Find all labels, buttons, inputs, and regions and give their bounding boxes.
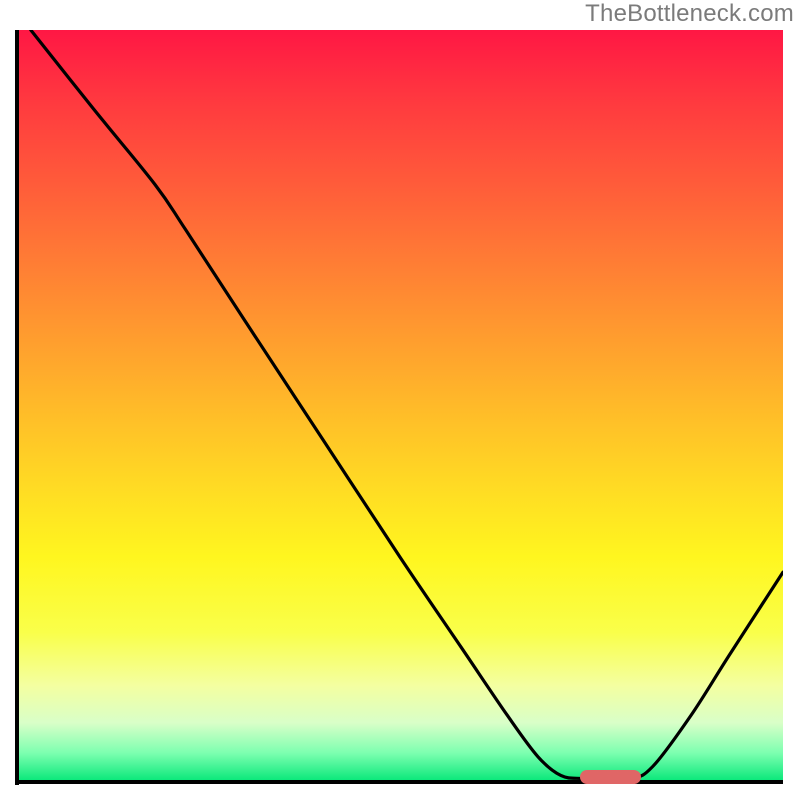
bottleneck-curve: [17, 30, 783, 783]
bottleneck-chart: TheBottleneck.com: [0, 0, 800, 800]
optimal-range-marker: [580, 770, 641, 784]
watermark-text: TheBottleneck.com: [585, 0, 794, 28]
